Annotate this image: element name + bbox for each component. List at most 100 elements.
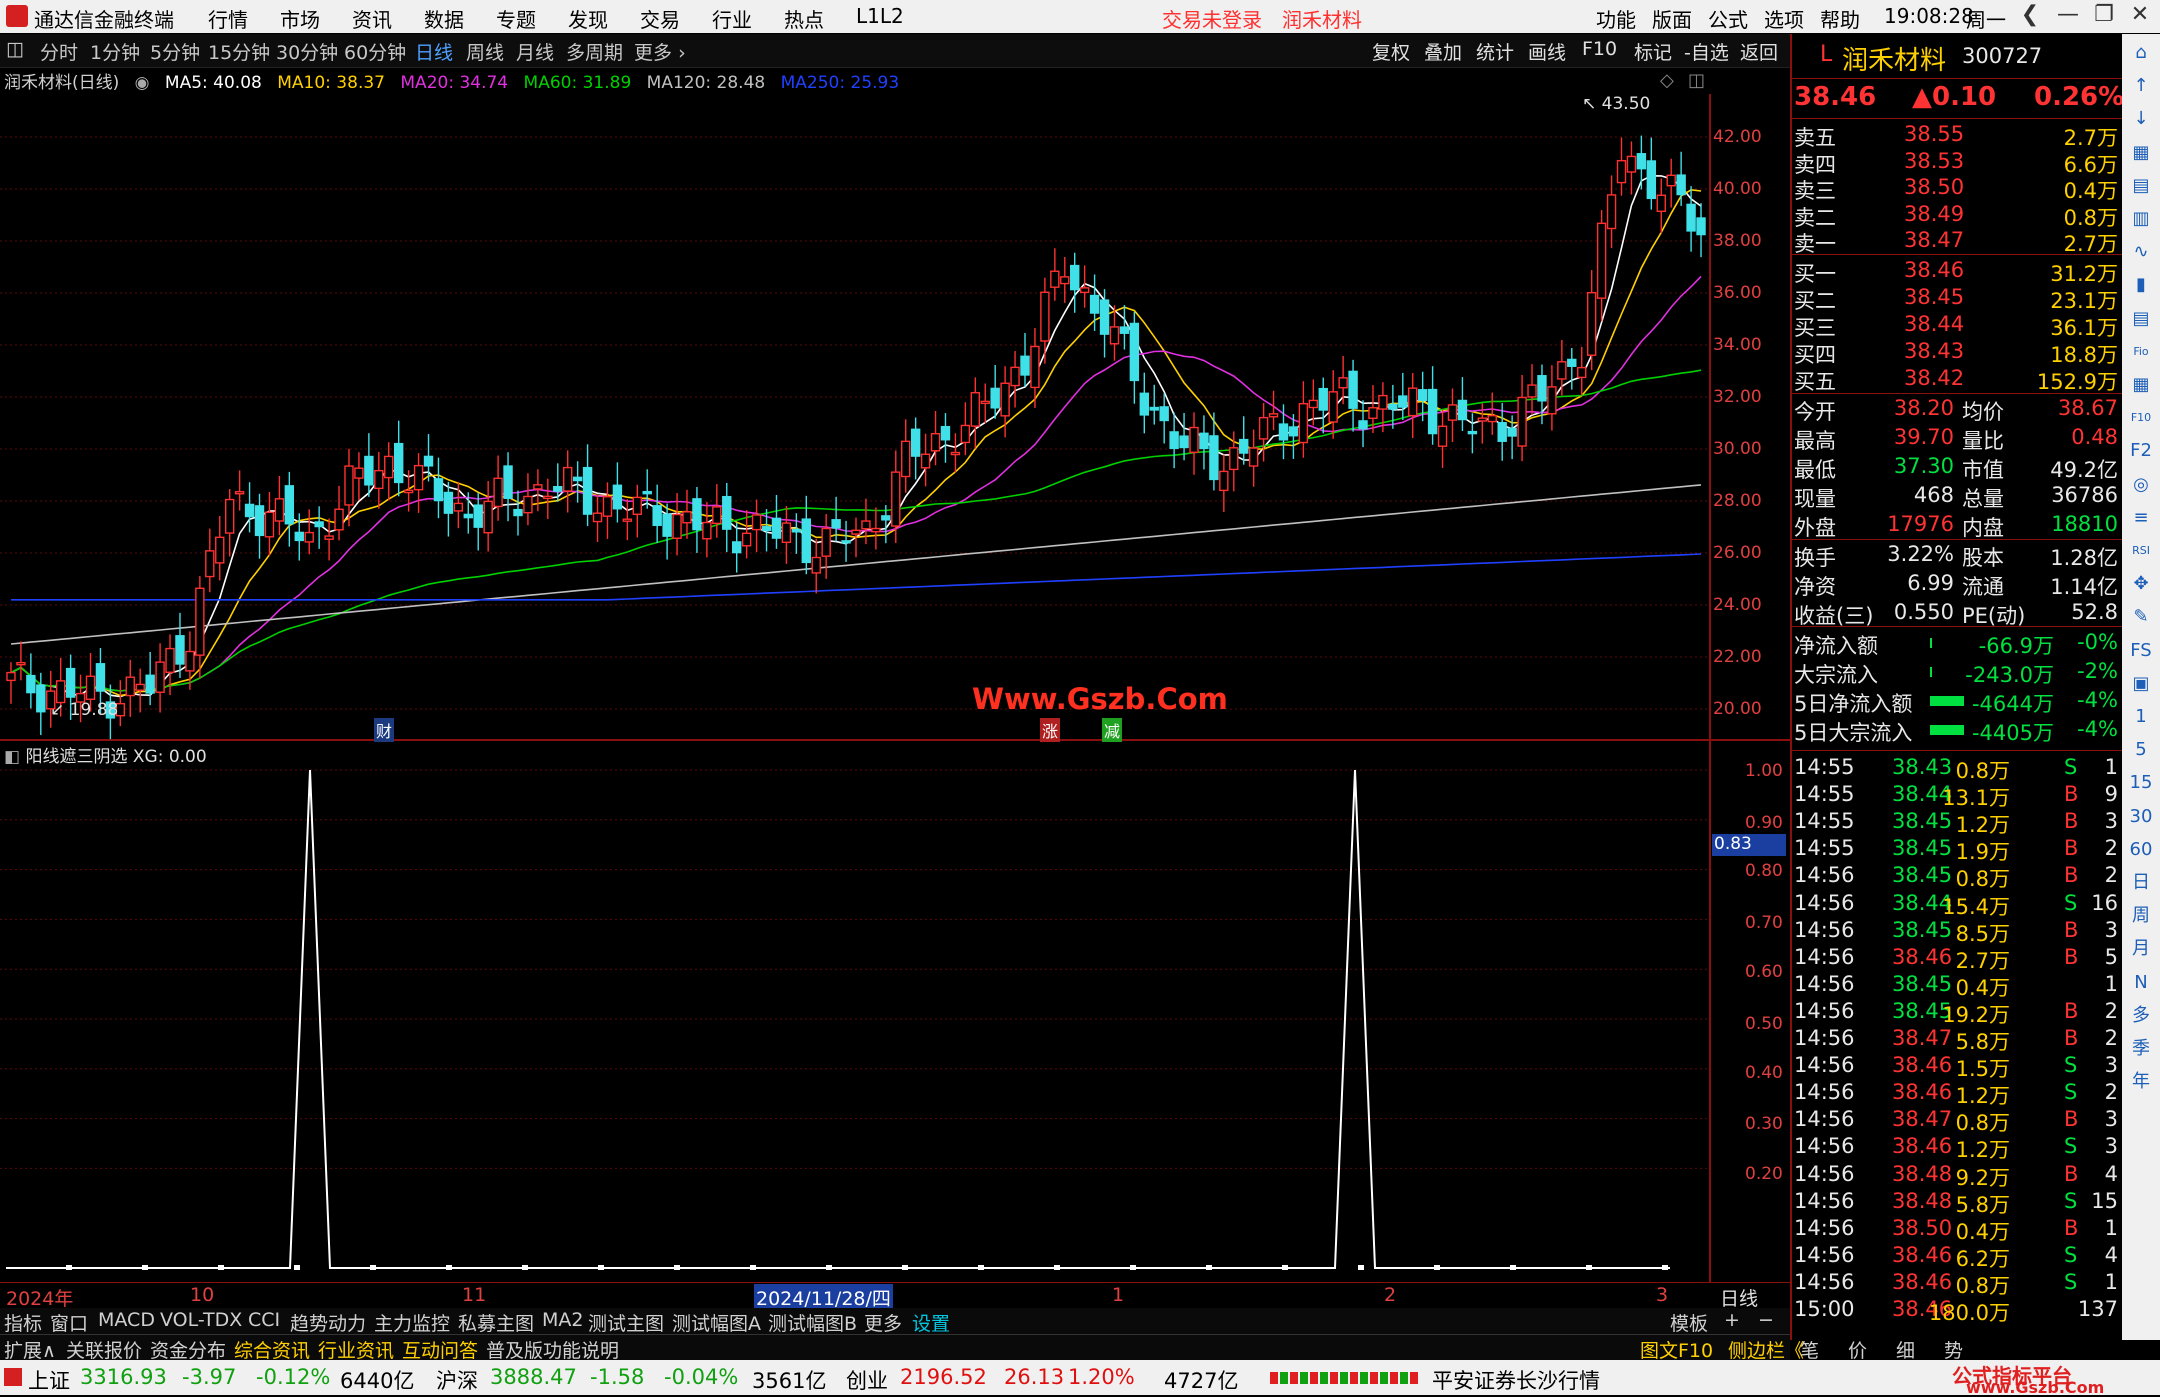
tool-icon[interactable]: FS xyxy=(2128,638,2154,664)
tool-icon[interactable]: 多 xyxy=(2128,1003,2154,1029)
xg-point xyxy=(66,1265,72,1270)
menu-gongshi[interactable]: 公式 xyxy=(1708,4,1748,33)
tool-icon[interactable]: ◎ xyxy=(2128,472,2154,498)
tab-shezhi[interactable]: 设置 xyxy=(912,1309,950,1336)
tab-vol-tdx[interactable]: VOL-TDX xyxy=(160,1309,242,1331)
tab-hudong[interactable]: 互动问答 xyxy=(402,1336,478,1363)
tick-count: 15 xyxy=(2091,1188,2118,1213)
tool-icon[interactable]: F10 xyxy=(2128,405,2154,431)
chart-canvas[interactable] xyxy=(0,34,1790,1340)
tick-count: 3 xyxy=(2104,1107,2118,1132)
tool-icon[interactable]: ↑ xyxy=(2128,73,2154,99)
back-arrow-icon[interactable]: ❮ xyxy=(2010,2,2050,30)
tick-volume: 15.4万 xyxy=(1942,894,2010,919)
menu-shichang[interactable]: 市场 xyxy=(280,4,320,33)
tool-icon[interactable]: ✎ xyxy=(2128,604,2154,630)
tab-gengduo[interactable]: 更多 xyxy=(864,1309,902,1336)
tab-xi[interactable]: 细 xyxy=(1896,1336,1915,1363)
tab-chuangkou[interactable]: 窗口 xyxy=(50,1309,88,1336)
close-icon[interactable]: ✕ xyxy=(2120,2,2160,30)
menu-banmian[interactable]: 版面 xyxy=(1652,4,1692,33)
tick-row: 14:55 38.45 1.2万 B 3 xyxy=(1792,809,2122,837)
tab-cci[interactable]: CCI xyxy=(248,1309,280,1331)
marker-zhang[interactable]: 涨 xyxy=(1040,718,1061,742)
tool-icon[interactable]: N xyxy=(2128,970,2154,996)
tool-icon[interactable]: ∿ xyxy=(2128,239,2154,265)
tab-ceshi-futu-a[interactable]: 测试幅图A xyxy=(672,1309,761,1336)
menu-hangye[interactable]: 行业 xyxy=(712,4,752,33)
tool-icon[interactable]: ▦ xyxy=(2128,372,2154,398)
tool-icon[interactable]: ▦ xyxy=(2128,140,2154,166)
menu-faxian[interactable]: 发现 xyxy=(568,4,608,33)
tick-direction: B xyxy=(2064,944,2079,969)
tool-icon[interactable]: ▮ xyxy=(2128,272,2154,298)
tab-remove-button[interactable]: − xyxy=(1758,1309,1774,1331)
indicator-toggle-icon[interactable]: ◧ xyxy=(4,747,20,767)
candle-body xyxy=(1408,387,1418,417)
menu-hangqing[interactable]: 行情 xyxy=(208,4,248,33)
tool-icon[interactable]: 15 xyxy=(2128,770,2154,796)
tab-qushi[interactable]: 趋势动力 xyxy=(290,1309,366,1336)
tool-icon[interactable]: F2 xyxy=(2128,438,2154,464)
tool-icon[interactable]: 季 xyxy=(2128,1036,2154,1062)
tool-icon[interactable]: 年 xyxy=(2128,1069,2154,1095)
menu-xuanxiang[interactable]: 选项 xyxy=(1764,4,1804,33)
menu-bangzhu[interactable]: 帮助 xyxy=(1820,4,1860,33)
tool-icon[interactable]: ✥ xyxy=(2128,571,2154,597)
high-price-label: ↖ 43.50 xyxy=(1582,94,1651,114)
tab-hangye-zixun[interactable]: 行业资讯 xyxy=(318,1336,394,1363)
tab-zhibiao[interactable]: 指标 xyxy=(4,1309,42,1336)
tool-icon[interactable]: ⌂ xyxy=(2128,40,2154,66)
marker-cai[interactable]: 财 xyxy=(374,718,395,742)
menu-jiaoyi[interactable]: 交易 xyxy=(640,4,680,33)
tool-icon[interactable]: ▤ xyxy=(2128,173,2154,199)
tab-cebianlan[interactable]: 侧边栏《 xyxy=(1728,1336,1804,1363)
tool-icon[interactable]: 1 xyxy=(2128,704,2154,730)
tab-add-button[interactable]: + xyxy=(1724,1309,1740,1331)
menu-shuju[interactable]: 数据 xyxy=(424,4,464,33)
tab-macd[interactable]: MACD xyxy=(98,1309,155,1331)
tab-simu[interactable]: 私募主图 xyxy=(458,1309,534,1336)
tool-icon[interactable]: 60 xyxy=(2128,837,2154,863)
tool-icon[interactable]: ▣ xyxy=(2128,671,2154,697)
tool-icon[interactable]: 周 xyxy=(2128,903,2154,929)
tool-icon[interactable]: 月 xyxy=(2128,936,2154,962)
tab-ma2[interactable]: MA2 xyxy=(542,1309,583,1331)
tool-icon[interactable]: ↓ xyxy=(2128,106,2154,132)
cy-name[interactable]: 创业 xyxy=(846,1365,888,1395)
tool-icon[interactable]: ≡ xyxy=(2128,505,2154,531)
marker-jian[interactable]: 减 xyxy=(1102,718,1123,742)
tab-kuozhan[interactable]: 扩展∧ xyxy=(4,1336,56,1363)
tab-zijin[interactable]: 资金分布 xyxy=(150,1336,226,1363)
menu-l1l2[interactable]: L1L2 xyxy=(856,4,904,28)
sz-name[interactable]: 沪深 xyxy=(436,1365,478,1395)
restore-icon[interactable]: ❐ xyxy=(2084,2,2124,30)
tool-icon[interactable]: RSI xyxy=(2128,538,2154,564)
tab-ceshi-zhutu[interactable]: 测试主图 xyxy=(588,1309,664,1336)
tab-ceshi-futu-b[interactable]: 测试幅图B xyxy=(768,1309,857,1336)
login-status[interactable]: 交易未登录 xyxy=(1162,4,1262,33)
tab-puji[interactable]: 普及版功能说明 xyxy=(486,1336,619,1363)
tool-icon[interactable]: 5 xyxy=(2128,737,2154,763)
tab-guanlian[interactable]: 关联报价 xyxy=(66,1336,142,1363)
tab-jia[interactable]: 价 xyxy=(1848,1336,1867,1363)
menu-zhuanti[interactable]: 专题 xyxy=(496,4,536,33)
x-period-label[interactable]: 日线 xyxy=(1720,1284,1758,1311)
tab-moban[interactable]: 模板 xyxy=(1670,1309,1708,1336)
tab-tuwen-f10[interactable]: 图文F10 xyxy=(1640,1336,1713,1363)
tick-price: 38.47 xyxy=(1892,1026,1953,1050)
minimize-icon[interactable]: — xyxy=(2048,2,2088,30)
tab-bi[interactable]: 笔 xyxy=(1800,1336,1819,1363)
tab-zonghe[interactable]: 综合资讯 xyxy=(234,1336,310,1363)
tool-icon[interactable]: 日 xyxy=(2128,870,2154,896)
menu-zixun[interactable]: 资讯 xyxy=(352,4,392,33)
tool-icon[interactable]: Fio xyxy=(2128,339,2154,365)
tool-icon[interactable]: ▥ xyxy=(2128,206,2154,232)
sh-name[interactable]: 上证 xyxy=(28,1365,70,1395)
tab-zhuli[interactable]: 主力监控 xyxy=(374,1309,450,1336)
menu-redian[interactable]: 热点 xyxy=(784,4,824,33)
menu-gongneng[interactable]: 功能 xyxy=(1596,4,1636,33)
tool-icon[interactable]: 30 xyxy=(2128,804,2154,830)
tab-shi[interactable]: 势 xyxy=(1944,1336,1963,1363)
tool-icon[interactable]: ▤ xyxy=(2128,306,2154,332)
